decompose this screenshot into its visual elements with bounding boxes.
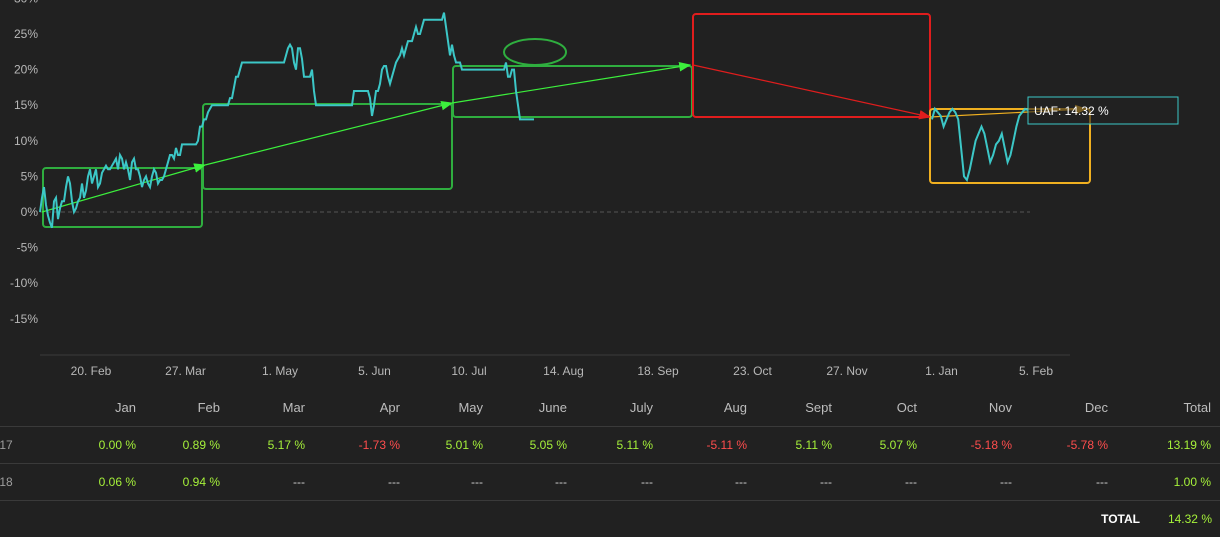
table-body: 2017 0.00 % 0.89 % 5.17 % -1.73 % 5.01 % 5.05 …	[0, 427, 1220, 501]
table-cell: 0.89 %	[182, 438, 220, 452]
x-tick-label: 20. Feb	[71, 364, 112, 378]
x-tick-label: 1. May	[262, 364, 298, 378]
column-header: Oct	[896, 399, 917, 415]
column-header: July	[629, 399, 653, 415]
table-cell: ---	[471, 475, 483, 489]
table-cell: ---	[293, 475, 305, 489]
table-total-row: TOTAL 14.32 %	[0, 501, 1220, 537]
y-tick-label: 15%	[14, 98, 38, 112]
x-tick-label: 23. Oct	[733, 364, 772, 378]
column-header: Jan	[115, 399, 136, 415]
monthly-returns-table: Jan Feb Mar Apr May June July Aug Sept Oct Nov Dec T…	[0, 388, 1220, 537]
annotation-box	[42, 167, 203, 228]
table-cell: ---	[905, 475, 917, 489]
chart-grid	[40, 211, 1070, 356]
table-cell: ---	[1000, 475, 1012, 489]
column-header: May	[458, 399, 483, 415]
table-cell: ---	[388, 475, 400, 489]
x-tick-label: 27. Nov	[826, 364, 867, 378]
table-cell: 5.11 %	[795, 438, 832, 452]
column-header: Apr	[379, 399, 400, 415]
column-header: Feb	[197, 399, 220, 415]
year-label: 2017	[0, 438, 13, 452]
table-cell: -5.78 %	[1066, 438, 1108, 452]
table-cell: ---	[1096, 475, 1108, 489]
annotation-box	[202, 103, 453, 190]
annotation-box	[692, 13, 931, 118]
trend-arrow	[204, 100, 454, 166]
column-header: Nov	[988, 399, 1012, 415]
table-cell: ---	[735, 475, 747, 489]
table-cell: 5.01 %	[445, 438, 483, 452]
series-line	[39, 12, 534, 229]
column-header: Sept	[805, 399, 832, 415]
table-cell: -5.18 %	[970, 438, 1012, 452]
x-axis: 20. Feb 27. Mar 1. May 5. Jun 10. Jul 14. Aug…	[71, 364, 1054, 378]
x-tick-label: 1. Jan	[925, 364, 958, 378]
table-cell: -5.11 %	[706, 438, 747, 452]
x-tick-label: 10. Jul	[451, 364, 486, 378]
total-label: TOTAL	[1101, 512, 1140, 526]
y-tick-label: -10%	[10, 276, 38, 290]
table-row: 2017 0.00 % 0.89 % 5.17 % -1.73 % 5.01 % 5.05 …	[0, 427, 1220, 464]
table-cell: 5.11 %	[616, 438, 653, 452]
year-label: 2018	[0, 475, 13, 489]
value-tooltip: UAF: 14.32 %	[1027, 96, 1179, 125]
table-cell: ---	[820, 475, 832, 489]
y-axis: 30% 25% 20% 15% 10% 5% 0% -5% -10% -15%	[10, 0, 38, 326]
y-tick-label: 10%	[14, 134, 38, 148]
series-layer	[39, 12, 1029, 229]
y-tick-label: 5%	[21, 169, 39, 183]
performance-chart: 30% 25% 20% 15% 10% 5% 0% -5% -10% -15% 20. Feb 27…	[10, 0, 1179, 378]
y-tick-label: 25%	[14, 27, 38, 41]
table-cell: 0.94 %	[182, 475, 220, 489]
column-header: Aug	[723, 399, 747, 415]
x-tick-label: 5. Feb	[1019, 364, 1053, 378]
table-cell: 1.00 %	[1173, 475, 1211, 489]
x-tick-label: 14. Aug	[543, 364, 584, 378]
trend-arrow	[692, 64, 932, 120]
table-header-row: Jan Feb Mar Apr May June July Aug Sept Oct Nov Dec T…	[0, 388, 1220, 427]
column-header: Mar	[282, 399, 305, 415]
y-tick-label: 30%	[14, 0, 38, 5]
table-row: 2018 0.06 % 0.94 % --- --- --- --- --- --- --- ---…	[0, 464, 1220, 501]
column-header: Total	[1183, 399, 1211, 415]
annotation-layer	[41, 13, 1091, 228]
table-cell: 5.07 %	[879, 438, 917, 452]
x-tick-label: 18. Sep	[637, 364, 679, 378]
y-tick-label: -5%	[17, 241, 39, 255]
table-cell: 13.19 %	[1166, 438, 1211, 452]
tooltip-text: UAF: 14.32 %	[1034, 104, 1109, 118]
table-cell: -1.73 %	[358, 438, 400, 452]
y-tick-label: 20%	[14, 63, 38, 77]
total-value: 14.32 %	[1167, 512, 1212, 526]
y-tick-label: -15%	[10, 312, 38, 326]
table-cell: 0.06 %	[98, 475, 136, 489]
trend-arrow	[451, 61, 692, 104]
table-cell: 5.17 %	[267, 438, 305, 452]
column-header: June	[538, 399, 567, 415]
table-cell: 0.00 %	[98, 438, 136, 452]
table-cell: ---	[641, 475, 653, 489]
annotation-box	[452, 65, 693, 118]
x-tick-label: 27. Mar	[165, 364, 206, 378]
series-line	[931, 106, 1029, 183]
table-cell: ---	[555, 475, 567, 489]
column-header: Dec	[1084, 399, 1108, 415]
x-tick-label: 5. Jun	[358, 364, 391, 378]
table-cell: 5.05 %	[529, 438, 567, 452]
annotation-ellipse	[503, 38, 567, 66]
y-tick-label: 0%	[21, 205, 39, 219]
